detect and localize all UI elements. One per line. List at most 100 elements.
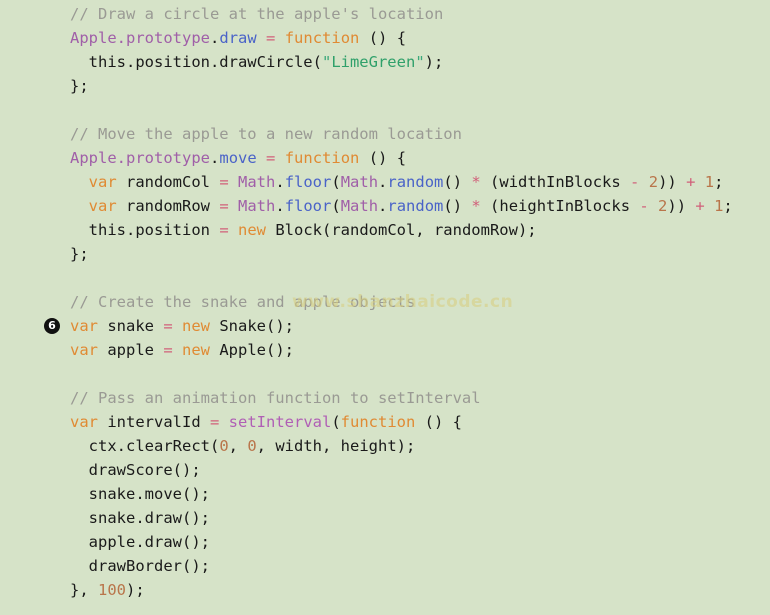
code-token-number: 1 bbox=[704, 173, 715, 191]
code-token-plain: Apple(); bbox=[210, 341, 295, 359]
code-token-plain: drawScore(); bbox=[70, 461, 201, 479]
code-token-plain: ( bbox=[331, 413, 341, 431]
code-line: }; bbox=[0, 74, 770, 98]
code-token-quote: " bbox=[415, 53, 425, 71]
code-token-number: 2 bbox=[658, 197, 668, 215]
code-token-plain: randomCol bbox=[116, 173, 220, 191]
code-line: this.position = new Block(randomCol, ran… bbox=[0, 218, 770, 242]
step-marker-badge: 6 bbox=[44, 318, 60, 334]
code-token-keyword: function bbox=[284, 149, 360, 167]
code-token-op: = bbox=[163, 317, 173, 335]
code-token-op: = bbox=[219, 221, 229, 239]
code-token-plain: apple bbox=[98, 341, 164, 359]
code-token-keyword: var bbox=[88, 197, 117, 215]
code-token-plain: ); bbox=[126, 581, 145, 599]
code-token-plain: . bbox=[378, 173, 388, 191]
code-token-keyword: var bbox=[70, 341, 98, 359]
code-listing[interactable]: // Draw a circle at the apple's location… bbox=[0, 2, 770, 615]
code-token-plain: ; bbox=[723, 197, 733, 215]
code-token-plain: randomRow bbox=[116, 197, 220, 215]
code-token-op: * bbox=[471, 197, 481, 215]
code-token-string: LimeGreen bbox=[331, 53, 416, 71]
code-line: // Draw a circle at the apple's location bbox=[0, 2, 770, 26]
code-token-class: . bbox=[116, 29, 127, 47]
code-lines-container: // Draw a circle at the apple's location… bbox=[0, 2, 770, 602]
code-token-prop: floor bbox=[284, 173, 332, 191]
code-token-plain: snake.move(); bbox=[70, 485, 210, 503]
code-token-op: * bbox=[471, 173, 481, 191]
code-token-plain: . bbox=[275, 173, 285, 191]
code-token-plain: }, bbox=[70, 581, 98, 599]
code-token-class: prototype bbox=[126, 29, 211, 47]
code-token-plain: }; bbox=[70, 77, 89, 95]
code-token-plain: Snake(); bbox=[210, 317, 295, 335]
code-token-plain: ; bbox=[714, 173, 724, 191]
code-token-plain: snake bbox=[98, 317, 164, 335]
code-token-plain: , width, height); bbox=[256, 437, 416, 455]
code-token-plain: ( bbox=[331, 173, 341, 191]
code-token-plain: (heightInBlocks bbox=[480, 197, 640, 215]
code-token-keyword: new bbox=[182, 341, 211, 359]
code-line: var intervalId = setInterval(function ()… bbox=[0, 410, 770, 434]
code-token-class: Apple bbox=[70, 29, 117, 47]
code-token-keyword: var bbox=[70, 317, 98, 335]
code-line: 6 var snake = new Snake(); bbox=[0, 314, 770, 338]
code-token-comment: // Pass an animation function to setInte… bbox=[70, 389, 481, 407]
code-token-prop: random bbox=[387, 173, 444, 191]
code-token-keyword: new bbox=[238, 221, 266, 239]
code-token-op: = bbox=[266, 149, 276, 167]
code-token-plain: () { bbox=[359, 149, 407, 167]
code-line: snake.draw(); bbox=[0, 506, 770, 530]
code-token-class: Math bbox=[340, 197, 379, 215]
code-token-comment: // Draw a circle at the apple's location bbox=[70, 5, 444, 23]
code-token-plain: . bbox=[275, 197, 285, 215]
code-token-plain: . bbox=[210, 29, 220, 47]
code-line: Apple.prototype.move = function () { bbox=[0, 146, 770, 170]
code-token-comment: // Create the snake and apple objects bbox=[70, 293, 416, 311]
code-token-keyword: var bbox=[70, 413, 98, 431]
code-token-plain: () bbox=[443, 197, 472, 215]
code-token-keyword: function bbox=[284, 29, 360, 47]
code-token-plain: }; bbox=[70, 245, 89, 263]
code-token-plain: () bbox=[443, 173, 472, 191]
code-token-plain: snake.draw(); bbox=[70, 509, 210, 527]
code-token-quote: " bbox=[321, 53, 332, 71]
code-token-prop: random bbox=[387, 197, 444, 215]
code-line: var randomRow = Math.floor(Math.random()… bbox=[0, 194, 770, 218]
code-token-class: . bbox=[116, 149, 127, 167]
code-line: }; bbox=[0, 242, 770, 266]
code-token-class: Math bbox=[340, 173, 379, 191]
code-line: var randomCol = Math.floor(Math.random()… bbox=[0, 170, 770, 194]
code-line: var apple = new Apple(); bbox=[0, 338, 770, 362]
code-token-plain: () { bbox=[359, 29, 407, 47]
code-token-plain: (widthInBlocks bbox=[480, 173, 631, 191]
code-token-keyword: new bbox=[182, 317, 211, 335]
code-token-number: 0 bbox=[247, 437, 257, 455]
code-token-op: = bbox=[219, 197, 229, 215]
code-token-plain: apple.draw(); bbox=[70, 533, 210, 551]
code-token-plain: . bbox=[378, 197, 388, 215]
code-token-number: 0 bbox=[219, 437, 229, 455]
code-line: snake.move(); bbox=[0, 482, 770, 506]
code-token-op: = bbox=[219, 173, 229, 191]
code-line: apple.draw(); bbox=[0, 530, 770, 554]
code-line: // Create the snake and apple objects bbox=[0, 290, 770, 314]
code-token-plain: ); bbox=[424, 53, 444, 71]
code-line: this.position.drawCircle("LimeGreen"); bbox=[0, 50, 770, 74]
code-token-comment: // Move the apple to a new random locati… bbox=[70, 125, 462, 143]
